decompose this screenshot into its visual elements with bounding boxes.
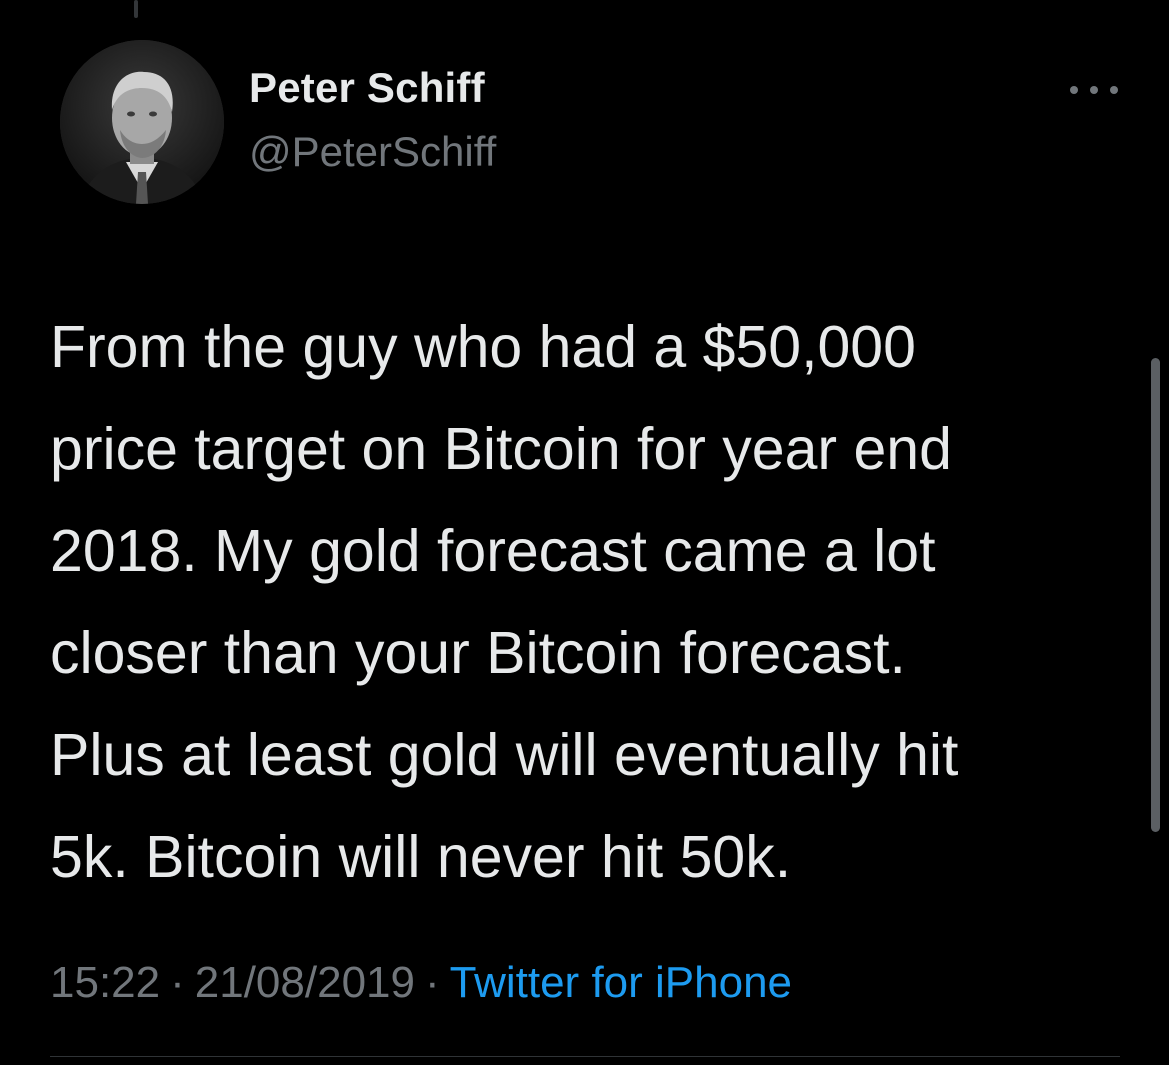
scrollbar[interactable]: [1151, 358, 1160, 832]
tweet-time[interactable]: 15:22: [50, 958, 160, 1007]
thread-connector-line: [134, 0, 138, 18]
tweet-text: From the guy who had a $50,000 price tar…: [50, 314, 959, 890]
divider: [50, 1056, 1120, 1057]
more-dot: [1110, 86, 1118, 94]
more-options-button[interactable]: [1070, 78, 1118, 102]
author-handle[interactable]: @PeterSchiff: [249, 128, 496, 176]
more-dot: [1090, 86, 1098, 94]
avatar[interactable]: [60, 40, 224, 204]
avatar-photo-icon: [60, 40, 224, 204]
author-display-name[interactable]: Peter Schiff: [249, 64, 485, 112]
tweet-metadata: 15:22 · 21/08/2019 · Twitter for iPhone: [50, 958, 792, 1008]
more-horizontal-icon: [1070, 86, 1078, 94]
tweet-date[interactable]: 21/08/2019: [195, 958, 415, 1007]
tweet-source-link[interactable]: Twitter for iPhone: [450, 958, 792, 1007]
meta-separator: ·: [170, 958, 185, 1007]
meta-separator: ·: [424, 958, 440, 1007]
